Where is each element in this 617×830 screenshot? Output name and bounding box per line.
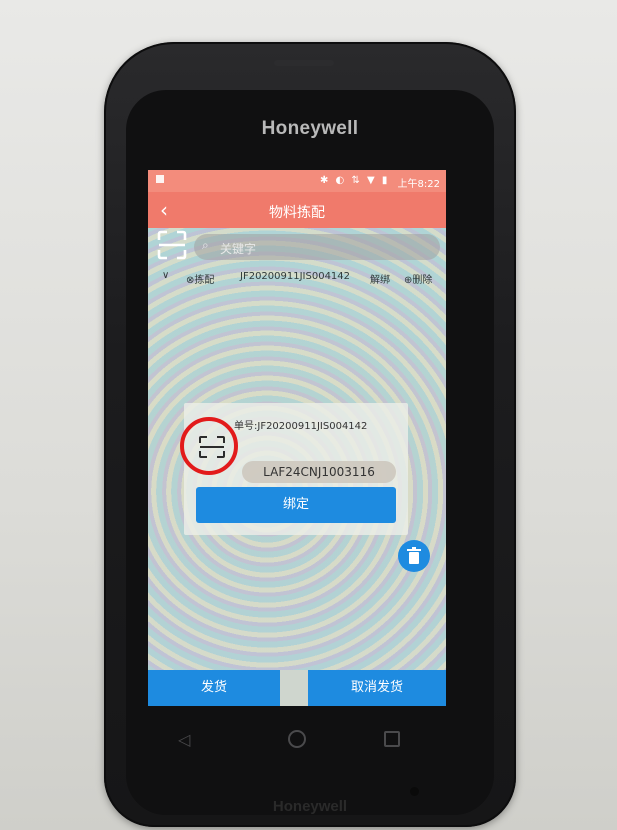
speaker-grille: [274, 60, 334, 66]
dialog-order-number: 单号:JF20200911JIS004142: [234, 421, 368, 432]
device-sensor-dot: [410, 787, 419, 796]
android-nav-bar: ◁: [148, 706, 446, 766]
device-brand-logo-bottom: Honeywell: [272, 798, 348, 815]
ship-button[interactable]: 发货: [148, 670, 280, 706]
search-placeholder: 关键字: [220, 242, 257, 256]
bind-button[interactable]: 绑定: [196, 487, 396, 523]
device-brand-logo: Honeywell: [261, 118, 359, 139]
status-time: 上午8:22: [397, 179, 440, 190]
title-bar: ‹ 物料拣配: [148, 192, 446, 228]
delete-button[interactable]: ⊕删除: [404, 271, 432, 286]
nav-recent-icon[interactable]: [384, 731, 400, 747]
notification-icon: [156, 175, 164, 183]
vin-input[interactable]: LAF24CNJ1003116: [242, 461, 396, 483]
search-icon: ⌕: [202, 238, 209, 252]
cancel-ship-button[interactable]: 取消发货: [308, 670, 446, 706]
page-title: 物料拣配: [269, 205, 325, 221]
highlight-circle: [180, 417, 238, 475]
list-item[interactable]: ∨ ⊗拣配 JF20200911JIS004142 解绑 ⊕删除: [148, 268, 446, 290]
unbind-button[interactable]: 解绑: [370, 271, 390, 286]
chevron-down-icon[interactable]: ∨: [162, 270, 169, 281]
status-icons: ✱ ◐ ⇅ ▼ ▮: [320, 175, 390, 186]
scan-icon[interactable]: [157, 230, 187, 264]
nav-back-icon[interactable]: ◁: [178, 730, 190, 749]
search-input[interactable]: ⌕ 关键字: [194, 234, 440, 260]
order-code: JF20200911JIS004142: [240, 271, 351, 282]
status-bar: ✱ ◐ ⇅ ▼ ▮ 上午8:22: [148, 170, 446, 192]
pick-tag: ⊗拣配: [186, 275, 215, 286]
nav-home-icon[interactable]: [288, 730, 306, 748]
trash-icon[interactable]: [398, 540, 430, 572]
